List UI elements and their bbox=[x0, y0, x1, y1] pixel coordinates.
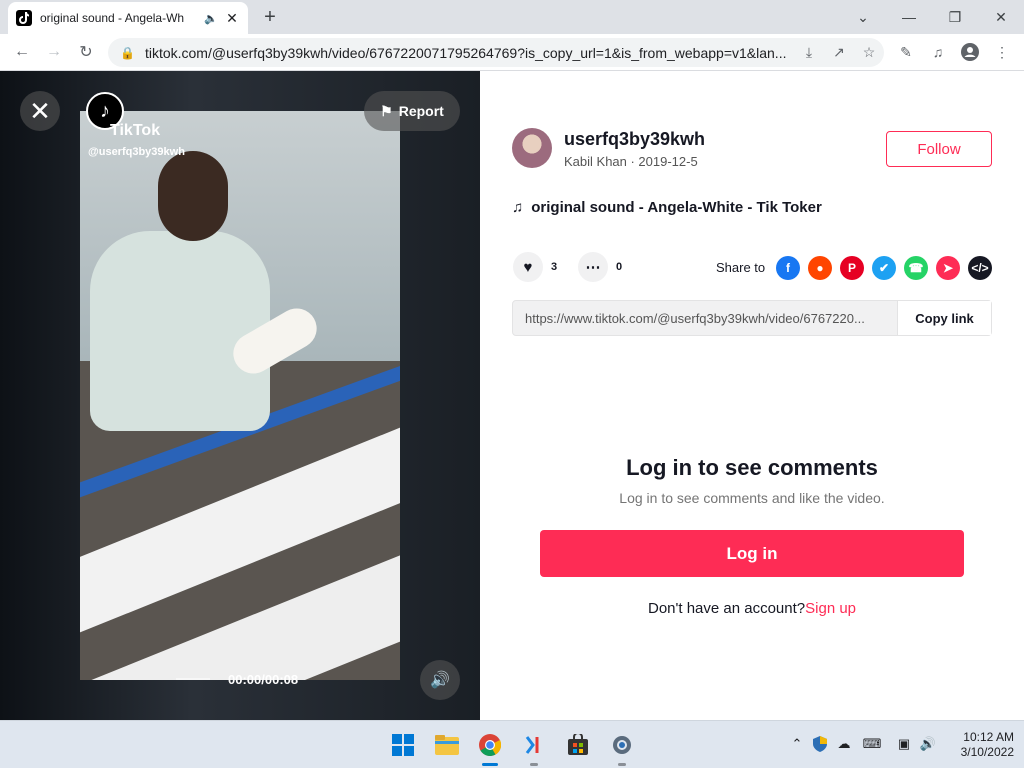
window-close-button[interactable]: ✕ bbox=[978, 0, 1024, 34]
heart-icon[interactable]: ♥ bbox=[513, 252, 543, 282]
media-control-icon[interactable]: ♫ bbox=[924, 38, 952, 66]
vscode-indicator bbox=[530, 763, 538, 766]
profile-avatar-icon[interactable] bbox=[956, 38, 984, 66]
like-stat[interactable]: ♥ 3 bbox=[513, 252, 557, 282]
no-account-text: Don't have an account? bbox=[647, 600, 806, 617]
restore-button[interactable]: ❐ bbox=[932, 0, 978, 34]
back-button[interactable]: ← bbox=[8, 38, 36, 66]
speaker-icon[interactable]: 🔊 bbox=[917, 733, 939, 755]
telegram-icon[interactable]: ➤ bbox=[936, 256, 960, 280]
author-username[interactable]: userfq3by39kwh bbox=[564, 129, 705, 150]
microsoft-store-icon[interactable] bbox=[562, 729, 594, 761]
music-note-icon: ♫ bbox=[512, 199, 524, 216]
video-person-head bbox=[158, 151, 228, 241]
settings-gear-icon[interactable] bbox=[606, 729, 638, 761]
settings-indicator bbox=[618, 763, 626, 766]
file-explorer-icon[interactable] bbox=[431, 729, 463, 761]
video-pane bbox=[0, 71, 480, 720]
address-url: tiktok.com/@userfq3by39kwh/video/6767220… bbox=[144, 44, 787, 61]
tiktok-favicon-icon bbox=[16, 10, 32, 26]
like-count: 3 bbox=[551, 261, 558, 273]
install-icon[interactable]: ⤓ bbox=[794, 39, 824, 67]
embed-icon[interactable]: </> bbox=[968, 256, 992, 280]
video-time: 00:00/00:08 bbox=[228, 672, 299, 687]
copy-link-box: https://www.tiktok.com/@userfq3by39kwh/v… bbox=[512, 300, 992, 336]
comment-stat[interactable]: ⋯ 0 bbox=[578, 252, 622, 282]
windows-start-icon[interactable] bbox=[387, 729, 419, 761]
video-person bbox=[90, 231, 270, 431]
whatsapp-icon[interactable]: ☎ bbox=[904, 256, 928, 280]
video-player[interactable] bbox=[80, 111, 400, 680]
forward-button[interactable]: → bbox=[40, 38, 68, 66]
new-tab-button[interactable]: + bbox=[258, 5, 282, 29]
vscode-icon[interactable] bbox=[518, 729, 550, 761]
tab-audio-icon[interactable]: 🔈 bbox=[204, 12, 218, 25]
share-page-icon[interactable]: ↗ bbox=[824, 39, 854, 67]
author-subline: Kabil Khan · 2019-12-5 bbox=[564, 154, 698, 169]
browser-toolbar: ← → ↻ 🔒 tiktok.com/@userfq3by39kwh/video… bbox=[0, 34, 1024, 71]
report-button[interactable]: ⚑ Report bbox=[364, 91, 460, 131]
report-label: Report bbox=[398, 103, 444, 119]
tray-overflow-chevron-icon[interactable]: ⌃ bbox=[786, 733, 808, 755]
comment-icon[interactable]: ⋯ bbox=[578, 252, 608, 282]
taskbar-clock[interactable]: 10:12 AM 3/10/2022 bbox=[942, 730, 1014, 760]
login-heading: Log in to see comments bbox=[626, 455, 878, 480]
facebook-icon[interactable]: f bbox=[776, 256, 800, 280]
minimize-button[interactable]: — bbox=[886, 0, 932, 34]
browser-tab-bar: original sound - Angela-Wh 🔈 ✕ + ⌄ — ❐ ✕ bbox=[0, 0, 1024, 34]
browser-tab[interactable]: original sound - Angela-Wh 🔈 ✕ bbox=[8, 2, 248, 34]
music-label: original sound - Angela-White - Tik Toke… bbox=[531, 199, 822, 216]
reload-button[interactable]: ↻ bbox=[72, 38, 100, 66]
clock-date: 3/10/2022 bbox=[960, 745, 1014, 759]
comment-count: 0 bbox=[616, 261, 623, 273]
close-video-button[interactable]: ✕ bbox=[20, 91, 60, 131]
chrome-icon[interactable] bbox=[474, 729, 506, 761]
network-monitor-icon[interactable]: ▣ bbox=[893, 733, 915, 755]
watermark-username: @userfq3by39kwh bbox=[88, 146, 185, 158]
share-label: Share to bbox=[716, 260, 766, 275]
browser-menu-icon[interactable]: ⋮ bbox=[988, 38, 1016, 66]
address-bar[interactable]: 🔒 tiktok.com/@userfq3by39kwh/video/67672… bbox=[108, 38, 884, 67]
signup-prompt: Don't have an account?Sign up bbox=[480, 600, 1024, 617]
clock-time: 10:12 AM bbox=[963, 730, 1014, 744]
copy-link-button[interactable]: Copy link bbox=[897, 301, 991, 335]
flag-icon: ⚑ bbox=[380, 102, 393, 119]
signup-link[interactable]: Sign up bbox=[805, 600, 856, 617]
avatar[interactable] bbox=[512, 128, 552, 168]
security-shield-icon[interactable] bbox=[809, 733, 831, 755]
tab-search-icon[interactable]: ⌄ bbox=[840, 0, 886, 34]
reddit-icon[interactable]: ● bbox=[808, 256, 832, 280]
tab-close-icon[interactable]: ✕ bbox=[224, 10, 240, 26]
tab-title: original sound - Angela-Wh bbox=[40, 11, 185, 25]
music-title[interactable]: ♫ original sound - Angela-White - Tik To… bbox=[512, 199, 822, 216]
video-progress-bar[interactable] bbox=[176, 678, 210, 680]
lock-icon[interactable]: 🔒 bbox=[120, 46, 135, 60]
pinterest-icon[interactable]: P bbox=[840, 256, 864, 280]
chrome-active-indicator bbox=[482, 763, 498, 766]
bookmark-star-icon[interactable]: ☆ bbox=[854, 39, 884, 67]
watermark-brand: TikTok bbox=[110, 122, 161, 139]
login-subtitle: Log in to see comments and like the vide… bbox=[619, 490, 885, 506]
twitter-icon[interactable]: ✔ bbox=[872, 256, 896, 280]
login-button[interactable]: Log in bbox=[540, 530, 964, 577]
onedrive-offline-icon[interactable]: ☁ bbox=[833, 733, 855, 755]
extensions-icon[interactable]: ✎ bbox=[892, 38, 920, 66]
keyboard-icon[interactable]: ⌨ bbox=[861, 733, 883, 755]
share-url-text[interactable]: https://www.tiktok.com/@userfq3by39kwh/v… bbox=[513, 311, 897, 326]
follow-button[interactable]: Follow bbox=[886, 131, 992, 167]
windows-taskbar: ⌃ ☁ ⌨ ▣ 🔊 10:12 AM 3/10/2022 bbox=[0, 720, 1024, 768]
volume-icon[interactable]: 🔊 bbox=[420, 660, 460, 700]
